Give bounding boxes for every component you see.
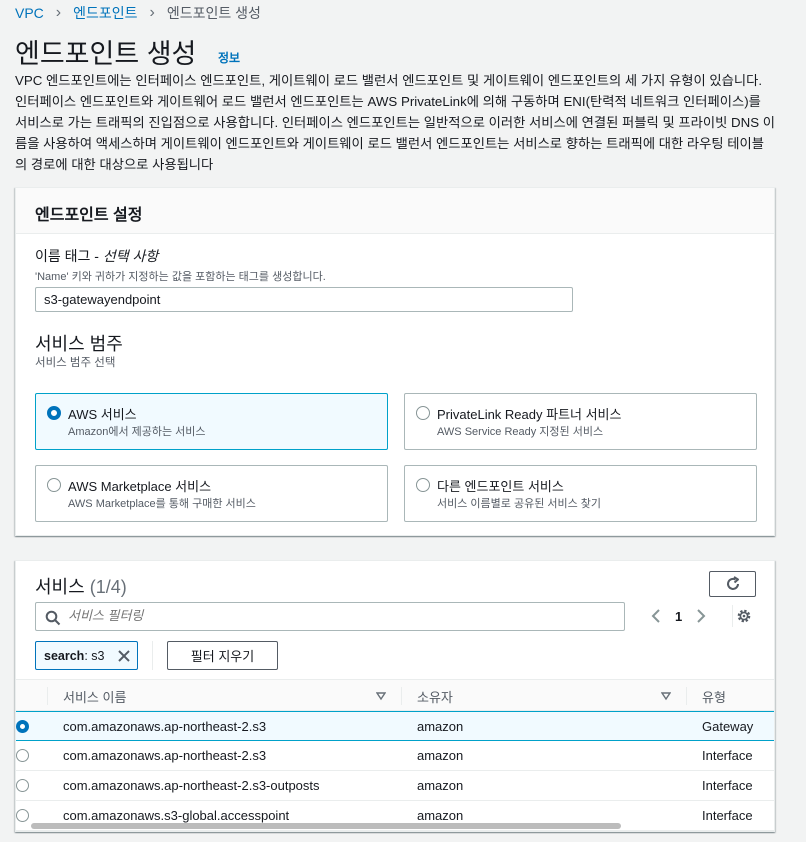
clear-filter-button[interactable]: 필터 지우기 xyxy=(167,641,278,670)
refresh-button[interactable] xyxy=(709,571,756,597)
breadcrumb-endpoints-link[interactable]: 엔드포인트 xyxy=(73,3,137,23)
table-row[interactable]: com.amazonaws.ap-northeast-2.s3 amazon I… xyxy=(16,741,774,771)
caret-down-icon[interactable] xyxy=(661,691,671,701)
name-tag-label: 이름 태그 - 선택 사항 xyxy=(35,246,158,266)
category-tile-aws-services[interactable]: AWS 서비스 Amazon에서 제공하는 서비스 xyxy=(35,393,388,450)
row-radio-button[interactable] xyxy=(16,720,29,733)
cell-type: Gateway xyxy=(702,719,754,734)
page-description: VPC 엔드포인트에는 인터페이스 엔드포인트, 게이트웨이 로드 밸런서 엔드… xyxy=(15,73,776,172)
chevron-right-icon: › xyxy=(149,4,155,21)
tile-title: AWS Marketplace 서비스 xyxy=(68,479,212,494)
token-divider xyxy=(152,641,153,670)
column-header-type[interactable]: 유형 xyxy=(702,687,726,706)
filter-token-label: search: s3 xyxy=(44,649,104,663)
chevron-right-icon[interactable] xyxy=(693,607,709,625)
filter-token-value: : s3 xyxy=(84,649,105,663)
gear-icon[interactable] xyxy=(736,608,752,624)
column-header-owner[interactable]: 소유자 xyxy=(417,687,453,706)
service-filter-box[interactable] xyxy=(35,602,625,631)
chevron-left-icon[interactable] xyxy=(648,607,664,625)
tile-title: 다른 엔드포인트 서비스 xyxy=(437,479,564,494)
row-radio-button[interactable] xyxy=(16,809,29,822)
name-tag-description: 'Name' 키와 귀하가 지정하는 값을 포함하는 태그를 생성합니다. xyxy=(35,271,326,283)
category-tile-other-endpoint[interactable]: 다른 엔드포인트 서비스 서비스 이름별로 공유된 서비스 찾기 xyxy=(404,465,757,522)
settings-header: 엔드포인트 설정 xyxy=(16,188,774,234)
cell-type: Interface xyxy=(702,808,753,823)
tile-description: Amazon에서 제공하는 서비스 xyxy=(68,426,206,438)
services-title-text: 서비스 xyxy=(35,577,85,597)
table-row[interactable]: com.amazonaws.ap-northeast-2.s3-outposts… xyxy=(16,771,774,801)
pager-divider xyxy=(732,605,733,627)
filter-token: search: s3 xyxy=(35,641,138,670)
info-link[interactable]: 정보 xyxy=(218,49,240,66)
horizontal-scrollbar[interactable] xyxy=(31,823,621,829)
tile-description: 서비스 이름별로 공유된 서비스 찾기 xyxy=(437,498,602,510)
breadcrumb-vpc-link[interactable]: VPC xyxy=(15,5,44,21)
services-title: 서비스 (1/4) xyxy=(35,573,127,599)
cell-service-name: com.amazonaws.ap-northeast-2.s3-outposts xyxy=(63,778,320,793)
column-header-service-name[interactable]: 서비스 이름 xyxy=(63,687,126,706)
radio-button[interactable] xyxy=(416,478,430,492)
pagination: 1 xyxy=(648,607,709,625)
tile-title: AWS 서비스 xyxy=(68,407,137,422)
filter-token-key: search xyxy=(44,649,85,663)
chevron-right-icon: › xyxy=(55,4,62,21)
service-filter-input[interactable] xyxy=(68,608,608,623)
cell-service-name: com.amazonaws.s3-global.accesspoint xyxy=(63,808,290,823)
name-tag-input[interactable] xyxy=(35,287,573,312)
radio-button[interactable] xyxy=(416,406,430,420)
service-category-description: 서비스 범주 선택 xyxy=(35,357,116,369)
cell-service-name: com.amazonaws.ap-northeast-2.s3 xyxy=(63,748,267,763)
tile-description: AWS Marketplace를 통해 구매한 서비스 xyxy=(68,498,256,510)
table-header: 서비스 이름 소유자 유형 xyxy=(16,679,774,711)
category-tile-aws-marketplace[interactable]: AWS Marketplace 서비스 AWS Marketplace를 통해 … xyxy=(35,465,388,522)
cell-type: Interface xyxy=(702,748,753,763)
cell-service-name: com.amazonaws.ap-northeast-2.s3 xyxy=(63,719,267,734)
cell-owner: amazon xyxy=(417,808,464,823)
breadcrumb-current: 엔드포인트 생성 xyxy=(166,5,261,21)
services-panel: 서비스 (1/4) 1 search: s3 필 xyxy=(15,560,775,832)
cell-owner: amazon xyxy=(417,719,464,734)
row-radio-button[interactable] xyxy=(16,749,29,762)
category-tile-privatelink-partner[interactable]: PrivateLink Ready 파트너 서비스 AWS Service Re… xyxy=(404,393,757,450)
close-icon[interactable] xyxy=(116,648,132,664)
search-icon xyxy=(45,610,61,626)
column-divider xyxy=(47,687,48,705)
column-divider xyxy=(686,687,687,705)
page-number[interactable]: 1 xyxy=(675,609,682,624)
refresh-icon xyxy=(726,576,739,590)
radio-button[interactable] xyxy=(47,478,61,492)
tile-description: AWS Service Ready 지정된 서비스 xyxy=(437,426,604,438)
services-count: (1/4) xyxy=(89,577,127,597)
column-divider xyxy=(401,687,402,705)
name-tag-optional: 선택 사항 xyxy=(102,248,159,264)
name-tag-label-text: 이름 태그 - xyxy=(35,248,103,264)
cell-type: Interface xyxy=(702,778,753,793)
service-category-title: 서비스 범주 xyxy=(35,334,123,354)
radio-button[interactable] xyxy=(47,406,61,420)
cell-owner: amazon xyxy=(417,748,464,763)
caret-down-icon[interactable] xyxy=(376,691,386,701)
row-radio-button[interactable] xyxy=(16,779,29,792)
tile-title: PrivateLink Ready 파트너 서비스 xyxy=(437,407,622,422)
endpoint-settings-panel: 엔드포인트 설정 이름 태그 - 선택 사항 'Name' 키와 귀하가 지정하… xyxy=(15,187,775,536)
breadcrumb: VPC › 엔드포인트 › 엔드포인트 생성 xyxy=(15,3,261,23)
table-row[interactable]: com.amazonaws.ap-northeast-2.s3 amazon G… xyxy=(16,711,774,741)
settings-title: 엔드포인트 설정 xyxy=(35,207,143,224)
cell-owner: amazon xyxy=(417,778,464,793)
page-title: 엔드포인트 생성 xyxy=(15,39,197,69)
